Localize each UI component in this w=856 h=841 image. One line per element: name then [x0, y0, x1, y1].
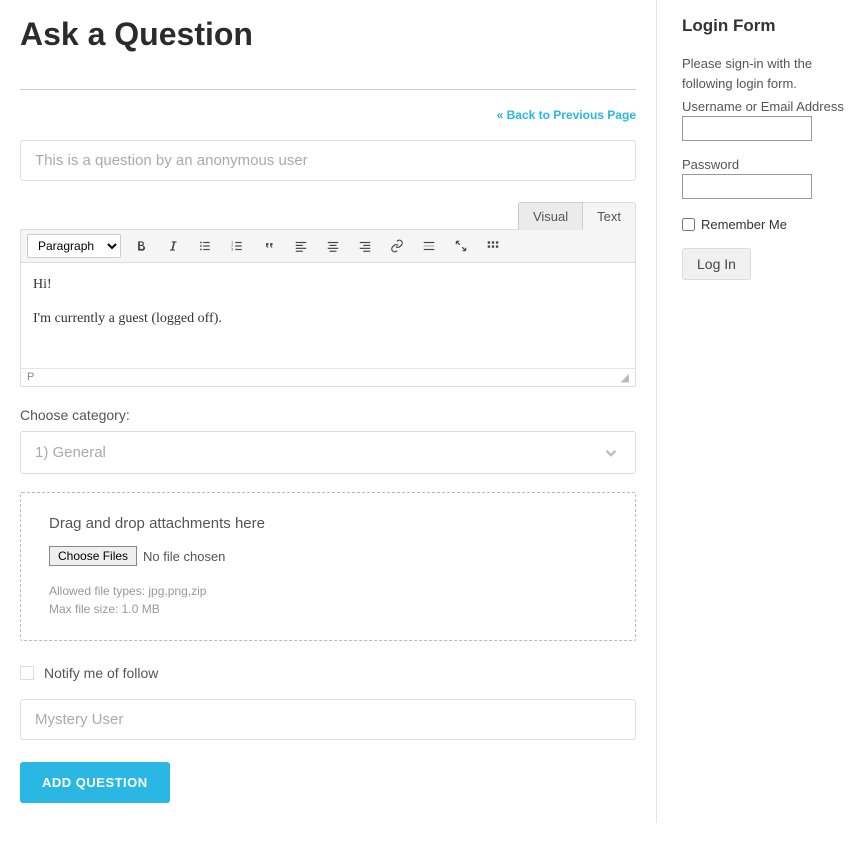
login-heading: Login Form: [682, 16, 846, 36]
bold-icon[interactable]: [129, 234, 153, 258]
editor-content[interactable]: Hi! I'm currently a guest (logged off).: [21, 263, 635, 368]
italic-icon[interactable]: [161, 234, 185, 258]
editor-tabs: Visual Text: [20, 201, 636, 229]
editor-line: I'm currently a guest (logged off).: [33, 311, 623, 327]
file-input-row: Choose Files No file chosen: [49, 546, 607, 566]
tab-visual[interactable]: Visual: [518, 202, 583, 230]
numbered-list-icon[interactable]: 123: [225, 234, 249, 258]
editor-path: P: [27, 371, 34, 384]
category-select[interactable]: 1) General: [20, 431, 636, 474]
question-title-input[interactable]: [20, 140, 636, 181]
divider: [20, 89, 636, 90]
attachment-dropzone[interactable]: Drag and drop attachments here Choose Fi…: [20, 492, 636, 641]
category-label: Choose category:: [20, 407, 636, 423]
login-sidebar: Login Form Please sign-in with the follo…: [656, 0, 856, 823]
main-column: Ask a Question « Back to Previous Page V…: [0, 0, 656, 823]
fullscreen-icon[interactable]: [449, 234, 473, 258]
blockquote-icon[interactable]: [257, 234, 281, 258]
password-label: Password: [682, 157, 846, 172]
choose-files-button[interactable]: Choose Files: [49, 546, 137, 566]
notify-row: Notify me of follow: [20, 665, 636, 681]
username-label: Username or Email Address: [682, 99, 846, 114]
page-title: Ask a Question: [20, 16, 636, 53]
allowed-types-hint: Allowed file types: jpg,png,zip: [49, 584, 607, 598]
tab-text[interactable]: Text: [583, 202, 636, 230]
remember-checkbox[interactable]: [682, 218, 695, 231]
notify-label: Notify me of follow: [44, 665, 158, 681]
align-left-icon[interactable]: [289, 234, 313, 258]
remember-label: Remember Me: [701, 217, 787, 232]
bullet-list-icon[interactable]: [193, 234, 217, 258]
username-input[interactable]: [682, 116, 812, 141]
file-status: No file chosen: [143, 549, 225, 564]
remember-row: Remember Me: [682, 217, 846, 232]
back-link[interactable]: « Back to Previous Page: [497, 108, 636, 122]
password-input[interactable]: [682, 174, 812, 199]
link-icon[interactable]: [385, 234, 409, 258]
read-more-icon[interactable]: [417, 234, 441, 258]
max-size-hint: Max file size: 1.0 MB: [49, 602, 607, 616]
align-right-icon[interactable]: [353, 234, 377, 258]
align-center-icon[interactable]: [321, 234, 345, 258]
login-instruction: Please sign-in with the following login …: [682, 54, 846, 93]
user-name-input[interactable]: [20, 699, 636, 740]
toolbar-toggle-icon[interactable]: [481, 234, 505, 258]
dropzone-title: Drag and drop attachments here: [49, 515, 607, 532]
editor-line: Hi!: [33, 277, 623, 293]
category-select-wrap: 1) General: [20, 431, 636, 474]
back-link-row: « Back to Previous Page: [20, 108, 636, 122]
notify-checkbox[interactable]: [20, 666, 34, 680]
svg-text:3: 3: [231, 248, 233, 252]
format-select[interactable]: Paragraph: [27, 234, 121, 258]
login-button[interactable]: Log In: [682, 248, 751, 280]
editor-toolbar: Paragraph 123: [21, 230, 635, 263]
editor-statusbar: P ◢: [21, 368, 635, 386]
add-question-button[interactable]: Add Question: [20, 762, 170, 803]
rich-text-editor: Paragraph 123 Hi! I'm currently a guest …: [20, 229, 636, 387]
resize-handle-icon[interactable]: ◢: [621, 371, 629, 384]
